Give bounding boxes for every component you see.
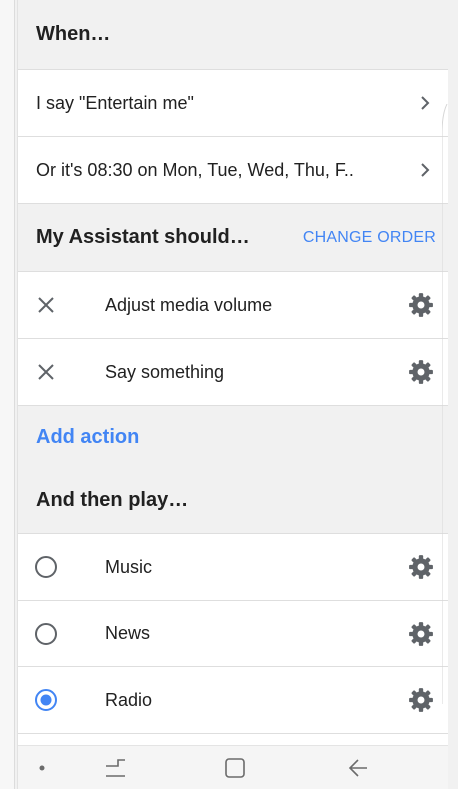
add-action-link[interactable]: Add action (36, 426, 139, 449)
assistant-header: My Assistant should… CHANGE ORDER (18, 204, 448, 272)
next-row-peek (18, 734, 448, 745)
gear-icon[interactable] (408, 621, 434, 647)
gear-icon[interactable] (408, 554, 434, 580)
action-label: Say something (105, 361, 225, 382)
change-order-button[interactable]: CHANGE ORDER (303, 229, 436, 247)
close-icon[interactable] (34, 293, 58, 317)
gear-icon[interactable] (408, 292, 434, 318)
nav-dot-icon[interactable] (38, 764, 46, 772)
chevron-right-icon (421, 96, 430, 110)
assistant-header-label: My Assistant should… (36, 226, 250, 248)
radio-unselected-icon[interactable] (34, 555, 58, 579)
action-row[interactable]: Adjust media volume (18, 272, 448, 339)
add-action-row[interactable]: Add action (18, 406, 448, 468)
play-option-label: Radio (105, 689, 153, 710)
play-option-row[interactable]: Music (18, 534, 448, 601)
play-option-row-selected[interactable]: Radio (18, 667, 448, 734)
radio-unselected-icon[interactable] (34, 622, 58, 646)
chevron-right-icon (421, 163, 430, 177)
gear-icon[interactable] (408, 687, 434, 713)
radio-selected-icon[interactable] (34, 688, 58, 712)
routine-panel: When… I say "Entertain me" Or it's 08:30… (17, 0, 448, 789)
when-header-label: When… (36, 23, 111, 45)
when-header: When… (18, 0, 448, 70)
home-icon[interactable] (223, 756, 247, 780)
scroll-edge (442, 104, 448, 704)
recent-apps-icon[interactable] (103, 756, 129, 780)
trigger-row-time[interactable]: Or it's 08:30 on Mon, Tue, Wed, Thu, F.. (18, 137, 448, 204)
trigger-label: I say "Entertain me" (36, 92, 194, 113)
trigger-label: Or it's 08:30 on Mon, Tue, Wed, Thu, F.. (36, 159, 354, 180)
action-label: Adjust media volume (105, 294, 273, 315)
system-nav-bar (18, 745, 448, 789)
gear-icon[interactable] (408, 359, 434, 385)
then-play-header-label: And then play… (36, 489, 189, 511)
action-row[interactable]: Say something (18, 339, 448, 406)
then-play-header: And then play… (18, 468, 448, 534)
play-option-label: News (105, 623, 151, 643)
back-icon[interactable] (346, 756, 370, 780)
play-option-row[interactable]: News (18, 601, 448, 667)
trigger-row-phrase[interactable]: I say "Entertain me" (18, 70, 448, 137)
play-option-label: Music (105, 556, 153, 577)
left-edge (0, 0, 15, 789)
close-icon[interactable] (34, 360, 58, 384)
